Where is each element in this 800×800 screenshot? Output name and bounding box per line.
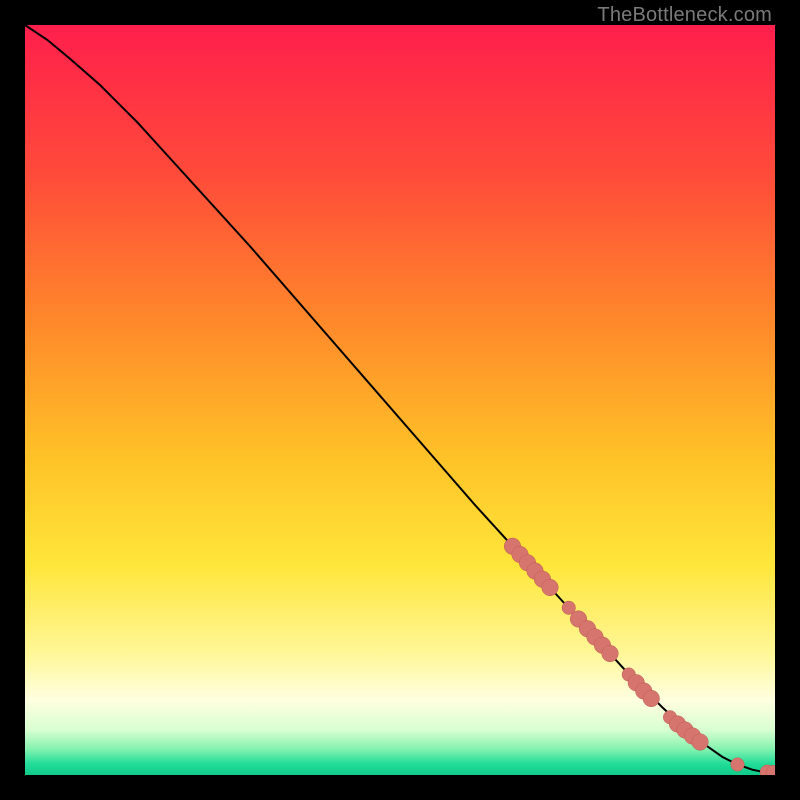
data-point xyxy=(731,758,745,772)
chart-svg xyxy=(25,25,775,775)
data-point xyxy=(602,645,619,662)
data-point xyxy=(692,734,709,751)
watermark-text: TheBottleneck.com xyxy=(597,4,772,27)
plot-area xyxy=(25,25,775,775)
data-point xyxy=(542,579,559,596)
gradient-background xyxy=(25,25,775,775)
chart-frame: TheBottleneck.com xyxy=(0,0,800,800)
data-point xyxy=(643,690,660,707)
